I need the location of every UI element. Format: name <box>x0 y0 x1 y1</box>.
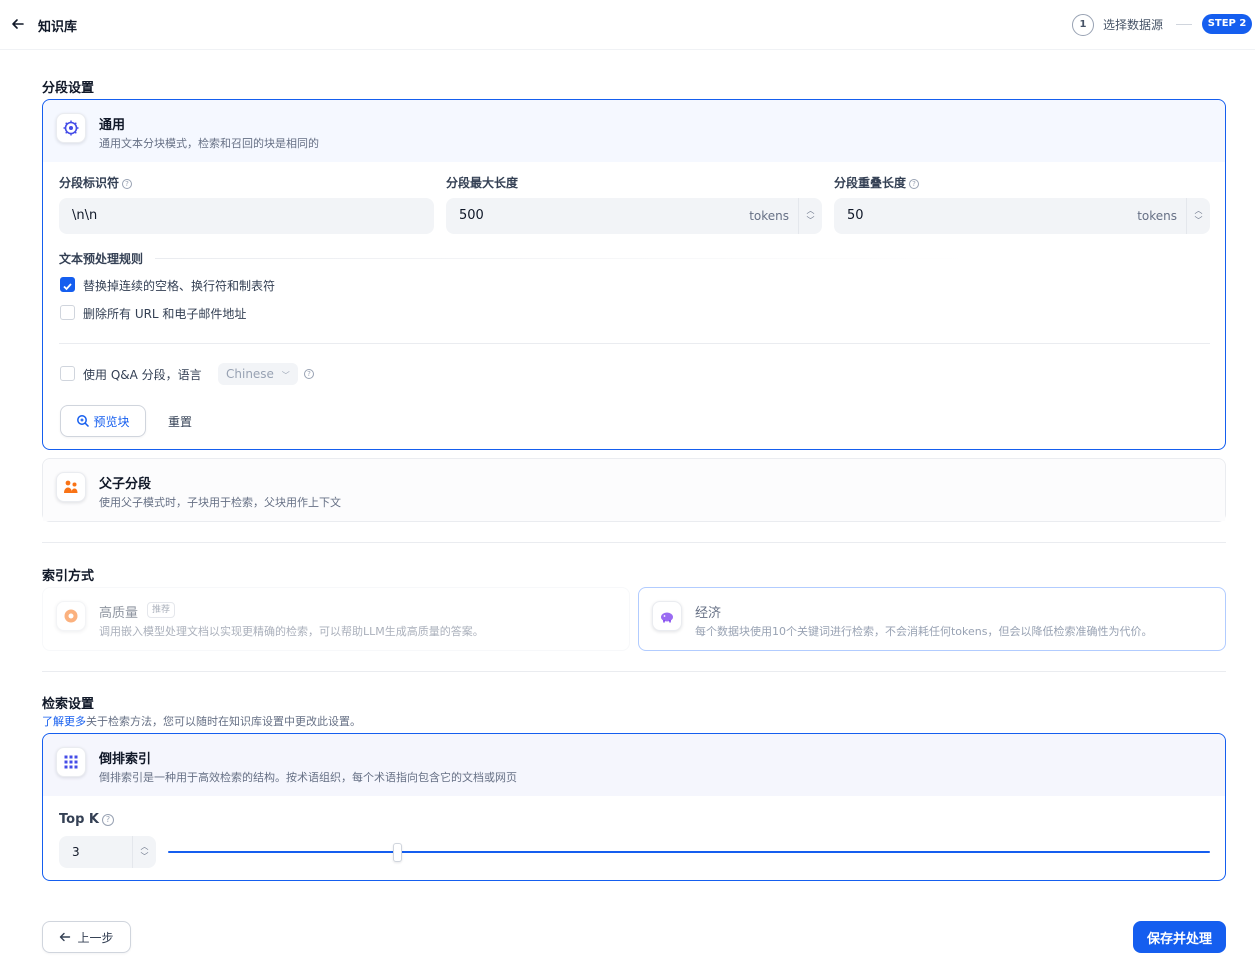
topk-slider-thumb[interactable] <box>393 843 403 862</box>
rule2-label[interactable]: 删除所有 URL 和电子邮件地址 <box>83 305 246 322</box>
topk-input[interactable]: 3 ︿ ﹀ <box>59 836 156 868</box>
chevron-down-icon[interactable]: ﹀ <box>807 216 815 226</box>
preview-button-label: 预览块 <box>93 414 130 429</box>
check-icon <box>63 283 72 291</box>
save-process-button[interactable]: 保存并处理 <box>1133 921 1226 953</box>
max-length-label: 分段最大长度 <box>446 176 519 190</box>
overlap-value: 50 <box>847 208 864 223</box>
chevron-down-icon[interactable]: ﹀ <box>1195 216 1203 226</box>
parent-child-icon <box>64 480 78 493</box>
step-1-number: 1 <box>1072 14 1094 36</box>
chevron-up-icon[interactable]: ︿ <box>807 206 815 216</box>
search-icon <box>77 415 90 428</box>
piggy-bank-icon <box>661 612 673 623</box>
rule1-checkbox[interactable] <box>60 277 75 292</box>
parent-child-title: 父子分段 <box>99 477 152 492</box>
step-divider <box>1176 24 1192 25</box>
inverted-index-card[interactable]: 倒排索引 倒排索引是一种用于高效检索的结构。按术语组织，每个术语指向包含它的文档… <box>42 733 1226 881</box>
rule1-label[interactable]: 替换掉连续的空格、换行符和制表符 <box>83 277 275 294</box>
page-title: 知识库 <box>38 20 78 35</box>
parent-child-card[interactable]: 父子分段 使用父子模式时，子块用于检索，父块用作上下文 <box>42 458 1226 522</box>
qa-language-value: Chinese <box>226 367 274 381</box>
qa-label[interactable]: 使用 Q&A 分段，语言 <box>83 366 202 383</box>
topk-value: 3 <box>72 845 80 859</box>
rule2-checkbox[interactable] <box>60 305 75 320</box>
chevron-up-icon[interactable]: ︿ <box>141 842 149 852</box>
overlap-input[interactable]: 50 tokens ︿ ﹀ <box>834 198 1210 234</box>
inverted-index-desc: 倒排索引是一种用于高效检索的结构。按术语组织，每个术语指向包含它的文档或网页 <box>99 771 517 784</box>
retrieval-section-title: 检索设置 <box>42 697 95 712</box>
rules-divider <box>155 258 970 259</box>
index-section-title: 索引方式 <box>42 569 95 584</box>
max-length-input[interactable]: 500 tokens ︿ ﹀ <box>446 198 822 234</box>
general-segment-card[interactable]: 通用 通用文本分块模式，检索和召回的块是相同的 分段标识符? \n\n 分段最大… <box>42 99 1226 450</box>
high-quality-icon-wrap <box>56 601 86 631</box>
high-quality-card[interactable]: 高质量 推荐 调用嵌入模型处理文档以实现更精确的检索，可以帮助LLM生成高质量的… <box>42 587 630 651</box>
high-quality-title: 高质量 <box>99 606 139 621</box>
parent-child-icon-wrap <box>56 472 86 502</box>
high-quality-desc: 调用嵌入模型处理文档以实现更精确的检索，可以帮助LLM生成高质量的答案。 <box>99 625 484 638</box>
qa-language-select[interactable]: Chinese ﹀ <box>218 363 298 385</box>
separator-label: 分段标识符? <box>59 174 133 191</box>
recommended-badge: 推荐 <box>147 602 176 618</box>
parent-child-desc: 使用父子模式时，子块用于检索，父块用作上下文 <box>99 496 341 509</box>
section-divider <box>42 542 1226 543</box>
max-length-stepper[interactable]: ︿ ﹀ <box>798 198 822 234</box>
qa-divider <box>59 343 1210 344</box>
grid-icon <box>64 755 78 769</box>
gear-sparkle-icon <box>63 120 79 136</box>
back-button[interactable]: 上一步 <box>42 921 131 953</box>
retrieval-subtitle: 了解更多关于检索方法，您可以随时在知识库设置中更改此设置。 <box>42 713 361 729</box>
topk-stepper[interactable]: ︿ ﹀ <box>132 836 156 868</box>
general-mode-icon-wrap <box>56 113 86 143</box>
overlap-label: 分段重叠长度? <box>834 174 920 191</box>
back-button-label: 上一步 <box>77 930 114 945</box>
reset-button[interactable]: 重置 <box>168 413 192 430</box>
topk-label: Top K? <box>59 812 114 827</box>
max-length-value: 500 <box>459 208 484 223</box>
learn-more-link[interactable]: 了解更多 <box>42 715 86 728</box>
overlap-unit: tokens <box>1137 209 1177 223</box>
chevron-down-icon[interactable]: ﹀ <box>141 852 149 862</box>
help-icon[interactable]: ? <box>909 178 920 189</box>
retrieval-subtitle-text: 关于检索方法，您可以随时在知识库设置中更改此设置。 <box>86 715 361 728</box>
topk-label-text: Top K <box>59 812 99 827</box>
step-2-badge: STEP 2 <box>1202 14 1252 34</box>
chevron-up-icon[interactable]: ︿ <box>1195 206 1203 216</box>
inverted-index-title: 倒排索引 <box>99 752 152 767</box>
economy-title: 经济 <box>695 606 722 621</box>
help-icon[interactable]: ? <box>122 178 133 189</box>
overlap-stepper[interactable]: ︿ ﹀ <box>1186 198 1210 234</box>
section-divider <box>42 671 1226 672</box>
parent-child-header: 父子分段 使用父子模式时，子块用于检索，父块用作上下文 <box>43 459 1225 521</box>
general-card-header: 通用 通用文本分块模式，检索和召回的块是相同的 <box>43 100 1225 162</box>
top-bar: 知识库 1 选择数据源 STEP 2 <box>0 0 1255 50</box>
arrow-left-icon[interactable] <box>10 16 26 32</box>
economy-desc: 每个数据块使用10个关键词进行检索，不会消耗任何tokens，但会以降低检索准确… <box>695 625 1153 638</box>
segment-section-title: 分段设置 <box>42 81 95 96</box>
overlap-label-text: 分段重叠长度 <box>834 176 907 190</box>
preview-button[interactable]: 预览块 <box>60 405 146 437</box>
chevron-down-icon: ﹀ <box>281 371 290 380</box>
max-length-unit: tokens <box>749 209 789 223</box>
inverted-index-header: 倒排索引 倒排索引是一种用于高效检索的结构。按术语组织，每个术语指向包含它的文档… <box>43 734 1225 796</box>
economy-icon-wrap <box>652 601 682 631</box>
general-desc: 通用文本分块模式，检索和召回的块是相同的 <box>99 137 319 150</box>
qa-checkbox[interactable] <box>60 366 75 381</box>
separator-input[interactable]: \n\n <box>59 198 434 234</box>
help-icon[interactable]: ? <box>304 369 314 379</box>
help-icon[interactable]: ? <box>101 813 114 826</box>
economy-card[interactable]: 经济 每个数据块使用10个关键词进行检索，不会消耗任何tokens，但会以降低检… <box>638 587 1226 651</box>
step-1-label[interactable]: 选择数据源 <box>1103 16 1163 33</box>
arrow-left-icon <box>60 932 71 942</box>
sun-icon <box>64 609 78 623</box>
separator-label-text: 分段标识符 <box>59 176 120 190</box>
rules-title: 文本预处理规则 <box>59 252 144 266</box>
inverted-index-icon-wrap <box>56 747 86 777</box>
general-title: 通用 <box>99 118 126 133</box>
topk-slider-track[interactable] <box>168 851 1210 853</box>
